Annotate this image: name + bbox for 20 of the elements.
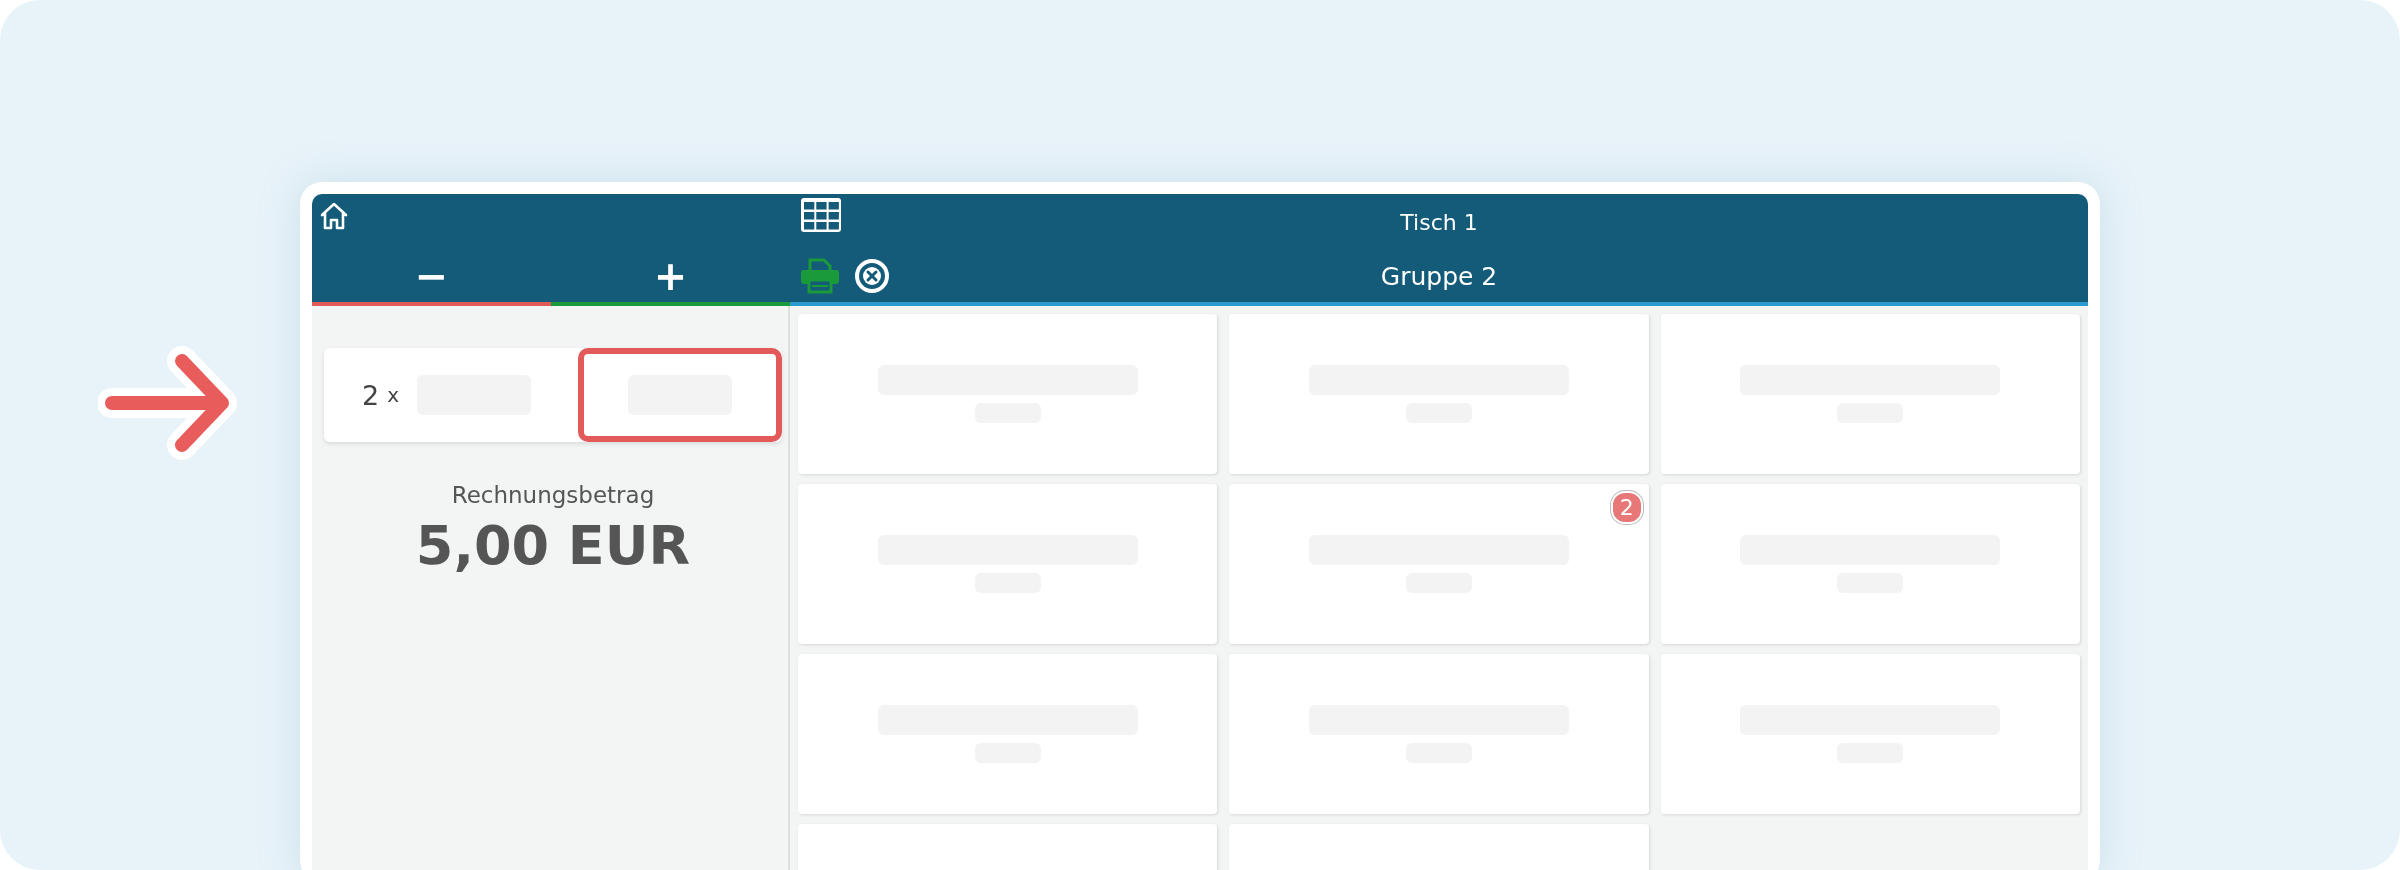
product-tile[interactable] bbox=[1229, 654, 1649, 814]
total-label: Rechnungsbetrag bbox=[451, 482, 655, 508]
quantity-text: 2 bbox=[362, 379, 380, 411]
order-item-card[interactable]: 2 x bbox=[324, 348, 782, 442]
unit-text: x bbox=[387, 383, 400, 407]
product-tile[interactable] bbox=[1660, 654, 2080, 814]
product-tile[interactable] bbox=[1660, 484, 2080, 644]
count-badge: 2 bbox=[1610, 491, 1643, 524]
total-amount: 5,00 EUR bbox=[415, 514, 691, 577]
close-icon[interactable] bbox=[854, 258, 890, 294]
product-tile[interactable] bbox=[798, 314, 1218, 474]
window-title: Tisch 1 bbox=[1399, 209, 1479, 235]
printer-icon[interactable] bbox=[800, 258, 840, 294]
table-icon[interactable] bbox=[800, 197, 842, 233]
home-icon[interactable] bbox=[318, 200, 350, 232]
product-tile[interactable] bbox=[1229, 314, 1649, 474]
product-tile[interactable] bbox=[798, 654, 1218, 814]
group-title: Gruppe 2 bbox=[1379, 261, 1499, 291]
product-tile[interactable] bbox=[798, 484, 1218, 644]
product-tile[interactable] bbox=[1660, 314, 2080, 474]
